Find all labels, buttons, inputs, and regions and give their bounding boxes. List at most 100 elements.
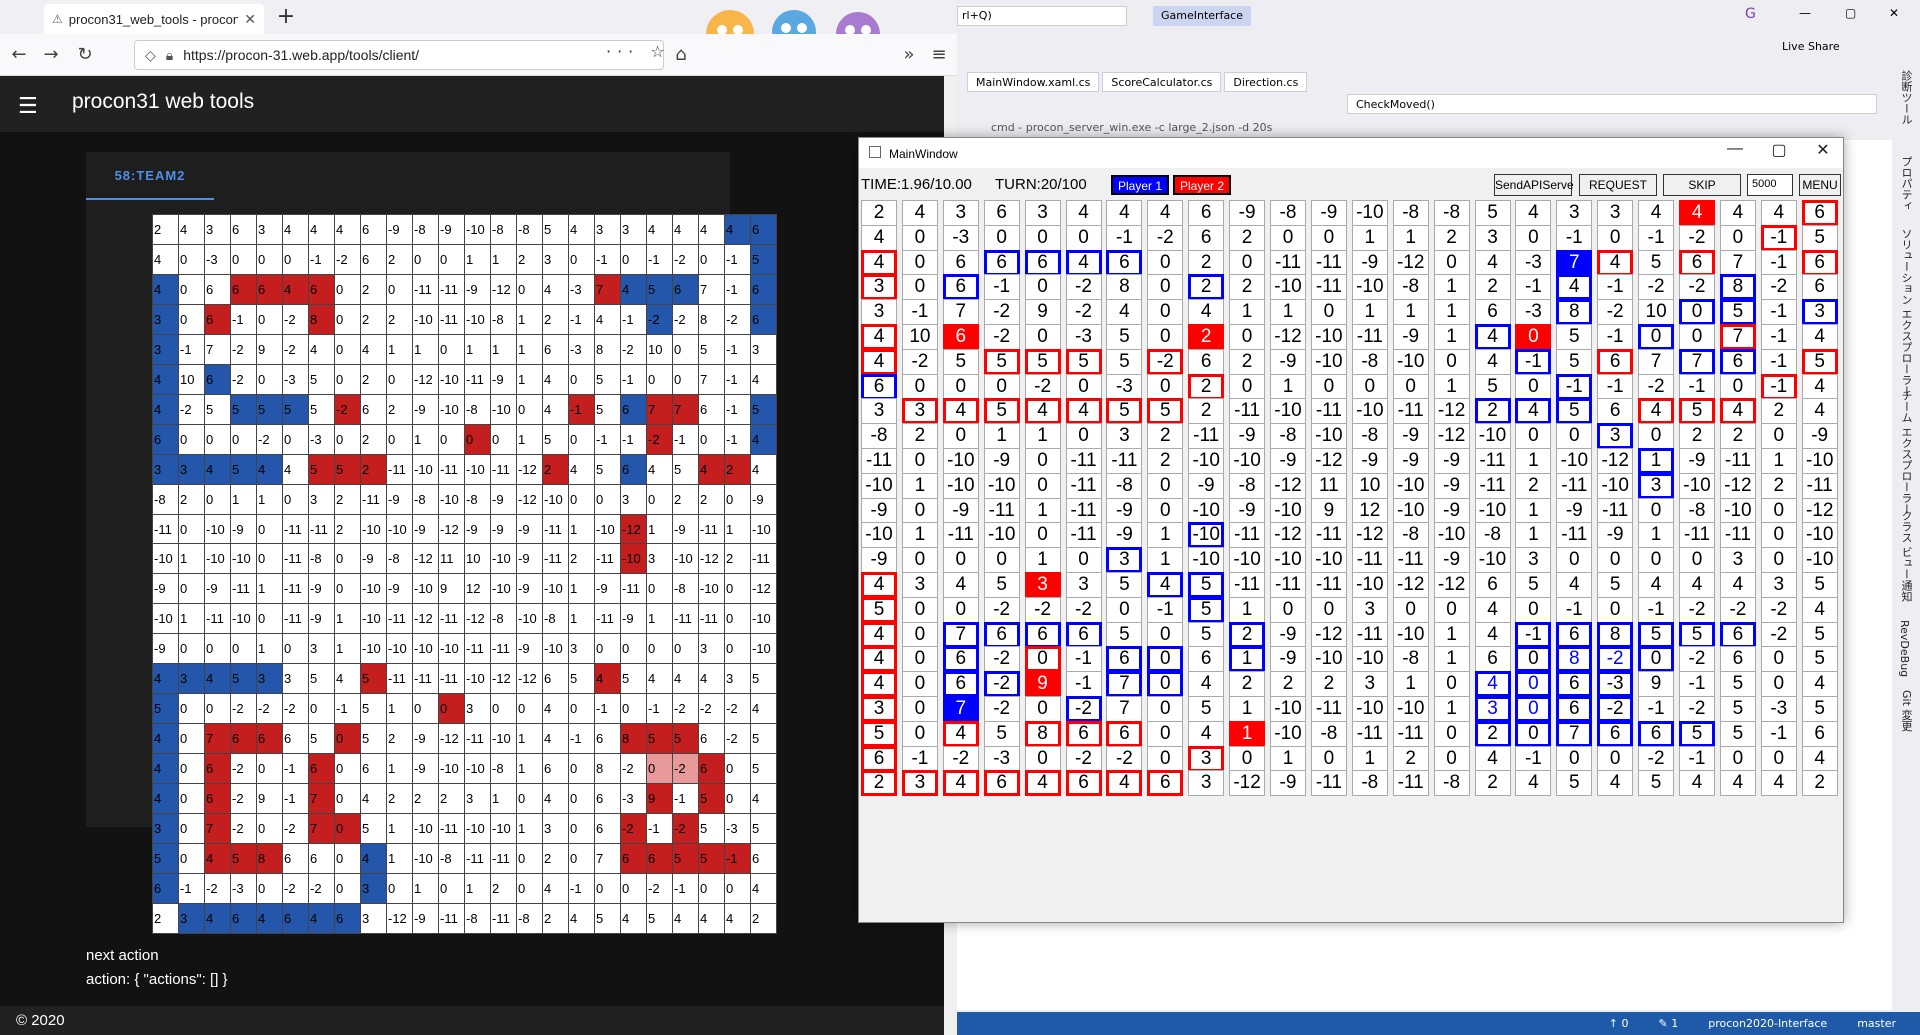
hamburger-icon[interactable]: ☰ bbox=[18, 94, 38, 119]
field-cell[interactable]: -11 bbox=[1310, 572, 1347, 598]
field-cell[interactable]: 6 bbox=[861, 745, 897, 772]
field-cell[interactable]: 3 bbox=[1106, 423, 1143, 450]
field-cell[interactable]: -2 bbox=[1065, 274, 1102, 301]
field-cell[interactable]: 5 bbox=[983, 348, 1020, 375]
forward-button[interactable]: → bbox=[38, 42, 64, 68]
field-cell[interactable]: 5 bbox=[1106, 398, 1143, 425]
field-cell[interactable]: 0 bbox=[901, 373, 938, 400]
field-cell[interactable]: 3 bbox=[1188, 745, 1225, 772]
field-cell[interactable]: 7 bbox=[1556, 720, 1593, 747]
field-cell[interactable]: 5 bbox=[1719, 696, 1756, 722]
field-cell[interactable]: 1 bbox=[1515, 448, 1552, 474]
field-cell[interactable]: 3 bbox=[901, 572, 938, 598]
field-cell[interactable]: -10 bbox=[1188, 547, 1225, 574]
field-cell[interactable]: 5 bbox=[861, 596, 897, 623]
field-cell[interactable]: 6 bbox=[942, 324, 979, 350]
field-cell[interactable]: 5 bbox=[1556, 348, 1593, 375]
field-cell[interactable]: -1 bbox=[1597, 373, 1634, 400]
field-cell[interactable]: 4 bbox=[1638, 200, 1675, 226]
minimize-icon[interactable]: — bbox=[1799, 6, 1811, 20]
field-cell[interactable]: -8 bbox=[1229, 472, 1266, 499]
field-cell[interactable]: -11 bbox=[1474, 472, 1511, 499]
field-cell[interactable]: 0 bbox=[1229, 373, 1266, 400]
field-cell[interactable]: 0 bbox=[942, 373, 979, 400]
field-cell[interactable]: -1 bbox=[1679, 671, 1715, 698]
field-cell[interactable]: 4 bbox=[1801, 596, 1838, 623]
field-cell[interactable]: 4 bbox=[1679, 200, 1715, 226]
field-cell[interactable]: 9 bbox=[1310, 497, 1347, 524]
field-cell[interactable]: 4 bbox=[1474, 249, 1511, 276]
field-cell[interactable]: -1 bbox=[1679, 745, 1715, 772]
side-solution-explorer[interactable]: ソリューション エクスプローラー bbox=[1898, 228, 1914, 397]
field-cell[interactable]: -10 bbox=[942, 472, 979, 499]
field-cell[interactable]: 0 bbox=[1065, 373, 1102, 400]
member-dropdown[interactable]: CheckMoved() bbox=[1347, 94, 1877, 114]
field-cell[interactable]: 0 bbox=[1065, 423, 1102, 450]
field-cell[interactable]: -11 bbox=[1556, 472, 1593, 499]
field-cell[interactable]: -10 bbox=[1392, 696, 1429, 722]
field-cell[interactable]: -9 bbox=[861, 497, 897, 524]
field-cell[interactable]: 6 bbox=[942, 274, 979, 301]
field-cell[interactable]: 5 bbox=[1597, 572, 1634, 598]
field-cell[interactable]: 1 bbox=[1638, 448, 1675, 474]
field-cell[interactable]: -9 bbox=[1597, 522, 1634, 549]
field-cell[interactable]: 6 bbox=[942, 671, 979, 698]
field-cell[interactable]: 4 bbox=[1515, 770, 1552, 797]
field-cell[interactable]: -1 bbox=[1515, 274, 1552, 301]
field-cell[interactable]: 6 bbox=[1719, 621, 1756, 648]
field-cell[interactable]: -2 bbox=[983, 696, 1020, 722]
field-cell[interactable]: -10 bbox=[1310, 348, 1347, 375]
field-cell[interactable]: 0 bbox=[1147, 497, 1184, 524]
field-cell[interactable]: -10 bbox=[1474, 423, 1511, 450]
field-cell[interactable]: 0 bbox=[1310, 373, 1347, 400]
field-cell[interactable]: 0 bbox=[901, 646, 938, 673]
tab-direction-cs[interactable]: Direction.cs bbox=[1224, 72, 1308, 92]
field-cell[interactable]: 0 bbox=[1515, 224, 1552, 251]
field-cell[interactable]: 3 bbox=[1515, 547, 1552, 574]
field-cell[interactable]: 4 bbox=[1474, 348, 1511, 375]
tab-scorecalculator-cs[interactable]: ScoreCalculator.cs bbox=[1102, 72, 1222, 92]
field-cell[interactable]: 2 bbox=[1474, 770, 1511, 797]
field-cell[interactable]: 5 bbox=[1679, 720, 1715, 747]
field-cell[interactable]: -9 bbox=[1679, 448, 1715, 474]
player1-button[interactable]: Player 1 bbox=[1111, 175, 1170, 195]
field-cell[interactable]: 4 bbox=[1065, 398, 1102, 425]
field-cell[interactable]: 0 bbox=[1515, 671, 1552, 698]
field-cell[interactable]: 5 bbox=[1188, 596, 1225, 623]
field-cell[interactable]: -11 bbox=[1188, 423, 1225, 450]
field-cell[interactable]: -12 bbox=[1433, 423, 1470, 450]
field-cell[interactable]: 4 bbox=[942, 572, 979, 598]
menu-button[interactable]: MENU bbox=[1799, 174, 1841, 196]
field-cell[interactable]: 0 bbox=[1515, 423, 1552, 450]
project-name[interactable]: procon2020-Interface bbox=[1708, 1017, 1827, 1030]
field-cell[interactable]: 0 bbox=[1270, 596, 1306, 623]
field-cell[interactable]: 2 bbox=[1229, 348, 1266, 375]
field-cell[interactable]: -11 bbox=[1351, 324, 1388, 350]
field-cell[interactable]: -10 bbox=[1679, 472, 1715, 499]
field-cell[interactable]: 2 bbox=[1147, 448, 1184, 474]
field-cell[interactable]: 7 bbox=[1719, 324, 1756, 350]
field-cell[interactable]: -9 bbox=[1433, 497, 1470, 524]
field-cell[interactable]: -10 bbox=[1270, 547, 1306, 574]
field-cell[interactable]: 6 bbox=[1801, 249, 1838, 276]
field-cell[interactable]: -11 bbox=[1719, 448, 1756, 474]
field-cell[interactable]: -11 bbox=[1065, 472, 1102, 499]
field-cell[interactable]: 1 bbox=[1433, 274, 1470, 301]
field-cell[interactable]: -8 bbox=[1433, 200, 1470, 226]
field-cell[interactable]: -9 bbox=[1556, 497, 1593, 524]
field-cell[interactable]: 0 bbox=[1760, 522, 1797, 549]
field-cell[interactable]: 4 bbox=[1065, 249, 1102, 276]
field-cell[interactable]: 4 bbox=[1188, 671, 1225, 698]
field-cell[interactable]: 1 bbox=[1024, 547, 1061, 574]
field-cell[interactable]: 2 bbox=[1229, 274, 1266, 301]
field-cell[interactable]: 2 bbox=[1474, 720, 1511, 747]
field-cell[interactable]: 0 bbox=[1515, 596, 1552, 623]
field-cell[interactable]: 6 bbox=[1556, 696, 1593, 722]
field-cell[interactable]: -1 bbox=[1679, 373, 1715, 400]
field-cell[interactable]: 6 bbox=[1597, 398, 1634, 425]
field-cell[interactable]: 0 bbox=[1024, 324, 1061, 350]
field-cell[interactable]: -11 bbox=[1106, 448, 1143, 474]
field-cell[interactable]: 2 bbox=[1392, 745, 1429, 772]
field-cell[interactable]: -2 bbox=[1065, 745, 1102, 772]
field-cell[interactable]: -12 bbox=[1801, 497, 1838, 524]
